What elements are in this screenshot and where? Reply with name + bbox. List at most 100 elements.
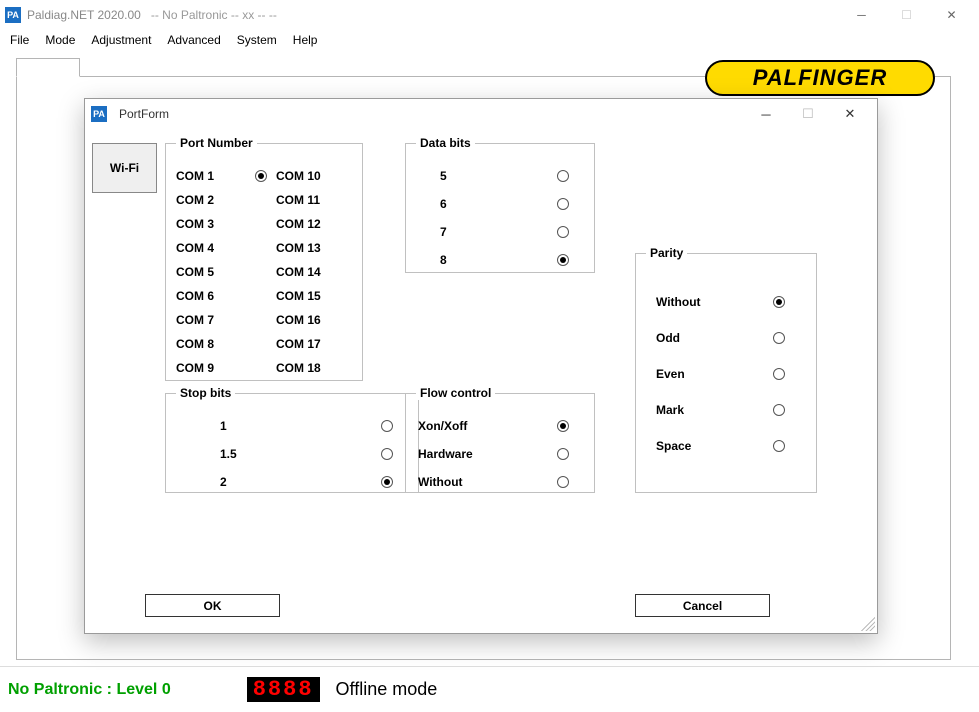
maximize-button[interactable]: ☐ [884,0,929,30]
radio-icon[interactable] [773,404,785,416]
option-row[interactable]: Xon/Xoff [412,412,580,440]
option-row[interactable]: 5 [420,162,580,190]
dialog-title: PortForm [119,107,169,121]
status-connection: No Paltronic : Level 0 [8,681,171,699]
window-subtitle: -- No Paltronic -- xx -- -- [151,8,277,22]
radio-icon[interactable] [557,226,569,238]
radio-icon[interactable] [773,368,785,380]
port-option[interactable]: COM 6 [176,289,246,303]
dialog-maximize-button[interactable]: ☐ [787,100,829,128]
radio-icon[interactable] [557,420,569,432]
option-row[interactable]: Without [412,468,580,496]
port-option[interactable]: COM 3 [176,217,246,231]
option-radio-cell [762,368,796,380]
wifi-button[interactable]: Wi-Fi [92,143,157,193]
app-icon: PA [5,7,21,23]
port-row: COM 3 COM 12 [176,212,352,236]
radio-icon[interactable] [381,448,393,460]
option-radio-cell [546,448,580,460]
main-titlebar: PA Paldiag.NET 2020.00 -- No Paltronic -… [0,0,979,30]
port-number-group: Port Number COM 1COM 10COM 2COM 11COM 3C… [165,143,363,381]
option-label: Odd [656,331,762,345]
option-row[interactable]: 8 [420,246,580,274]
port-option[interactable]: COM 2 [176,193,246,207]
radio-icon[interactable] [557,198,569,210]
port-option[interactable]: COM 7 [176,313,246,327]
parity-legend: Parity [646,246,687,260]
radio-icon[interactable] [557,476,569,488]
radio-icon[interactable] [773,296,785,308]
menu-advanced[interactable]: Advanced [161,31,226,49]
port-option[interactable]: COM 14 [276,265,346,279]
option-radio-cell [762,440,796,452]
radio-icon[interactable] [773,332,785,344]
option-row[interactable]: Odd [656,320,796,356]
radio-icon[interactable] [773,440,785,452]
option-row[interactable]: Hardware [412,440,580,468]
option-row[interactable]: Mark [656,392,796,428]
option-radio-cell [546,476,580,488]
option-label: 1.5 [180,447,370,461]
option-radio-cell [762,404,796,416]
resize-grip-icon[interactable] [861,617,875,631]
option-row[interactable]: 1 [180,412,404,440]
port-row: COM 7 COM 16 [176,308,352,332]
radio-icon[interactable] [557,170,569,182]
option-label: Without [412,475,546,489]
dialog-minimize-button[interactable]: ─ [745,100,787,128]
menu-mode[interactable]: Mode [39,31,81,49]
menu-file[interactable]: File [4,31,35,49]
port-option[interactable]: COM 10 [276,169,346,183]
port-radio-cell [246,170,276,182]
option-label: 5 [420,169,546,183]
option-label: Hardware [412,447,546,461]
port-option[interactable]: COM 1 [176,169,246,183]
option-label: 8 [420,253,546,267]
radio-icon[interactable] [255,170,267,182]
radio-icon[interactable] [557,448,569,460]
port-option[interactable]: COM 13 [276,241,346,255]
option-row[interactable]: Even [656,356,796,392]
status-bar: No Paltronic : Level 0 8888 Offline mode [0,666,979,712]
port-option[interactable]: COM 8 [176,337,246,351]
minimize-button[interactable]: ─ [839,0,884,30]
option-row[interactable]: Space [656,428,796,464]
menu-system[interactable]: System [231,31,283,49]
option-label: Mark [656,403,762,417]
cancel-button[interactable]: Cancel [635,594,770,617]
option-row[interactable]: 6 [420,190,580,218]
port-option[interactable]: COM 18 [276,361,346,375]
radio-icon[interactable] [381,420,393,432]
flow-control-legend: Flow control [416,386,495,400]
port-option[interactable]: COM 12 [276,217,346,231]
close-button[interactable]: ✕ [929,0,974,30]
menu-adjustment[interactable]: Adjustment [85,31,157,49]
port-option[interactable]: COM 9 [176,361,246,375]
port-row: COM 8 COM 17 [176,332,352,356]
option-radio-cell [546,420,580,432]
radio-icon[interactable] [381,476,393,488]
port-option[interactable]: COM 15 [276,289,346,303]
status-segment-display: 8888 [247,677,320,702]
radio-icon[interactable] [557,254,569,266]
dialog-titlebar: PA PortForm ─ ☐ ✕ [85,99,877,129]
option-label: Xon/Xoff [412,419,546,433]
port-row: COM 4 COM 13 [176,236,352,260]
option-row[interactable]: Without [656,284,796,320]
data-bits-legend: Data bits [416,136,475,150]
menu-help[interactable]: Help [287,31,324,49]
port-option[interactable]: COM 16 [276,313,346,327]
option-row[interactable]: 1.5 [180,440,404,468]
option-row[interactable]: 2 [180,468,404,496]
empty-tab[interactable] [16,58,80,77]
ok-button[interactable]: OK [145,594,280,617]
port-option[interactable]: COM 4 [176,241,246,255]
option-row[interactable]: 7 [420,218,580,246]
option-label: Without [656,295,762,309]
port-option[interactable]: COM 5 [176,265,246,279]
dialog-close-button[interactable]: ✕ [829,100,871,128]
option-radio-cell [546,198,580,210]
port-option[interactable]: COM 11 [276,193,346,207]
port-option[interactable]: COM 17 [276,337,346,351]
option-radio-cell [546,226,580,238]
